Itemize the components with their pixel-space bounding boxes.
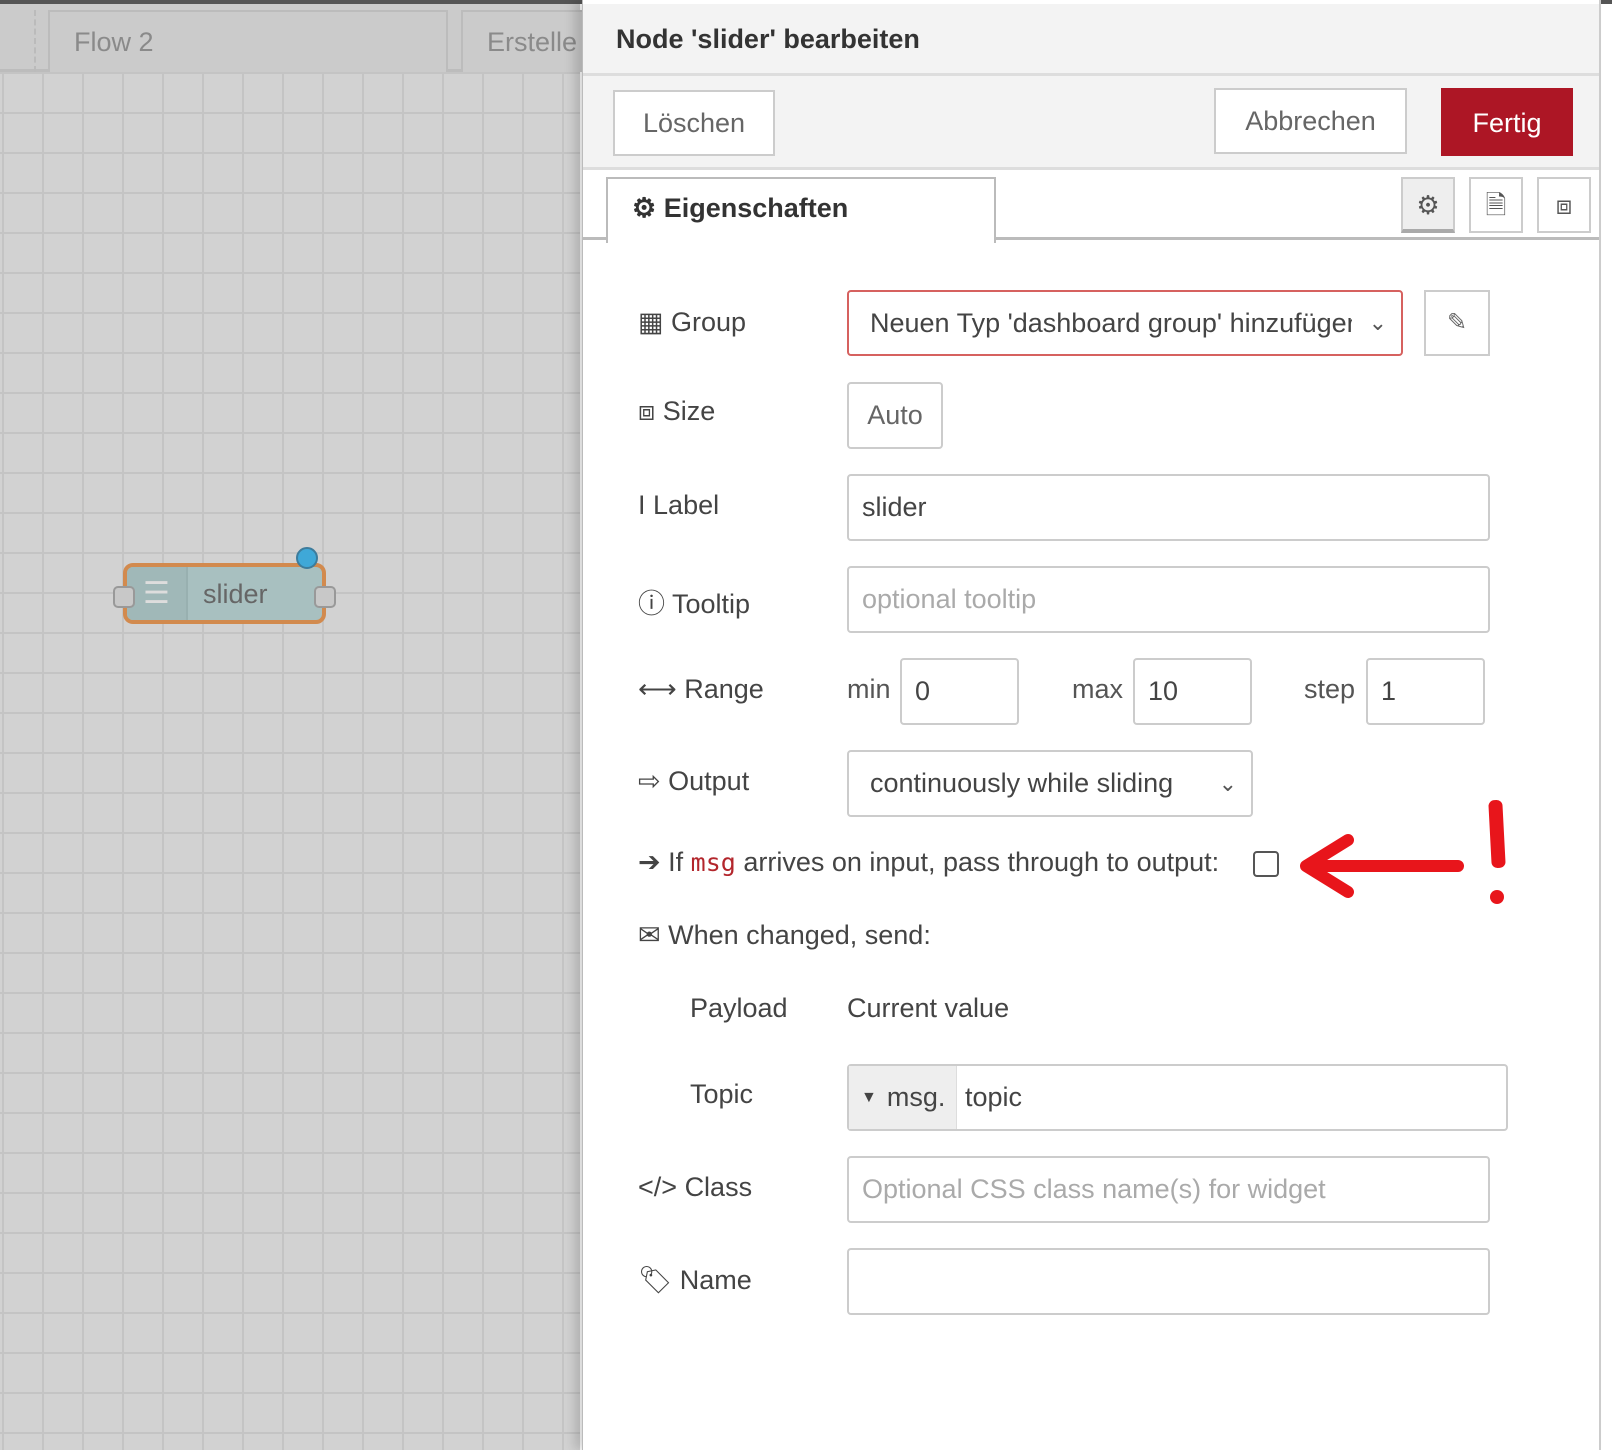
info-icon: ⓘ bbox=[638, 589, 665, 619]
edit-group-button[interactable]: ✎ bbox=[1424, 290, 1490, 356]
chevron-down-icon: ⌄ bbox=[1368, 310, 1387, 335]
tab-properties[interactable]: ⚙ Eigenschaften bbox=[606, 177, 996, 243]
sign-out-icon: ⇨ bbox=[638, 766, 661, 796]
tab-label: Eigenschaften bbox=[663, 193, 849, 223]
tooltip-input[interactable]: optional tooltip bbox=[847, 566, 1490, 633]
pencil-icon: ✎ bbox=[1446, 309, 1468, 336]
canvas-grid bbox=[0, 72, 580, 1450]
input-port[interactable] bbox=[113, 586, 135, 608]
output-label: ⇨ Output bbox=[638, 766, 750, 796]
table-icon: ▦ bbox=[638, 307, 664, 337]
output-select[interactable]: continuously while sliding ⌄ bbox=[847, 750, 1253, 817]
tag-icon: 🏷 bbox=[638, 1265, 673, 1295]
gear-icon[interactable]: ⚙ bbox=[1401, 177, 1455, 233]
gear-icon: ⚙ bbox=[632, 193, 657, 223]
passthrough-label: ➔ If msg arrives on input, pass through … bbox=[638, 847, 1220, 877]
caret-down-icon: ▼ bbox=[861, 1088, 877, 1106]
tab-row: ⚙ Eigenschaften ⚙ 🗎 ⧈ bbox=[583, 173, 1600, 243]
tray-border bbox=[1599, 0, 1601, 1450]
done-button[interactable]: Fertig bbox=[1441, 88, 1573, 156]
code-icon: </> bbox=[638, 1172, 678, 1202]
annotation-arrow bbox=[1300, 834, 1464, 898]
size-button[interactable]: Auto bbox=[847, 382, 943, 449]
min-label: min bbox=[847, 674, 891, 704]
tab-flow-2[interactable]: Flow 2 bbox=[48, 10, 448, 72]
label-label: I Label bbox=[638, 490, 720, 520]
envelope-icon: ✉ bbox=[638, 920, 661, 950]
payload-label: Payload bbox=[690, 993, 788, 1023]
topic-input[interactable]: ▼ msg. topic bbox=[847, 1064, 1508, 1131]
cancel-button[interactable]: Abbrechen bbox=[1214, 88, 1407, 154]
label-input[interactable]: slider bbox=[847, 474, 1490, 541]
max-label: max bbox=[1072, 674, 1124, 704]
exclamation-dot bbox=[1490, 890, 1504, 904]
slider-icon: ☰ bbox=[127, 567, 188, 620]
size-icon: ⧈ bbox=[638, 396, 656, 426]
tooltip-label: ⓘ Tooltip bbox=[638, 589, 751, 619]
flow-tabs: Flow 2 Erstelle bbox=[0, 0, 601, 72]
changed-indicator bbox=[296, 547, 318, 569]
min-input[interactable]: 0 bbox=[900, 658, 1019, 725]
node-label: slider bbox=[203, 579, 268, 609]
dialog-header: Node 'slider' bearbeiten bbox=[583, 4, 1600, 76]
max-input[interactable]: 10 bbox=[1133, 658, 1252, 725]
when-changed-label: ✉ When changed, send: bbox=[638, 920, 931, 950]
dialog-title: Node 'slider' bearbeiten bbox=[616, 24, 920, 54]
step-input[interactable]: 1 bbox=[1366, 658, 1485, 725]
arrow-right-icon: ➔ bbox=[638, 847, 661, 877]
range-label: ⟷ Range bbox=[638, 674, 764, 704]
topic-value: topic bbox=[965, 1082, 1023, 1112]
name-label: 🏷 Name bbox=[638, 1265, 752, 1295]
output-port[interactable] bbox=[314, 586, 336, 608]
group-select[interactable]: Neuen Typ 'dashboard group' hinzufügen..… bbox=[847, 290, 1403, 356]
appearance-icon[interactable]: ⧈ bbox=[1537, 177, 1591, 233]
flow-canvas[interactable]: Flow 2 Erstelle ☰ slider bbox=[0, 0, 601, 1450]
tab-erstelle[interactable]: Erstelle bbox=[461, 10, 601, 72]
group-label: ▦ Group bbox=[638, 307, 747, 337]
topic-type-select[interactable]: ▼ msg. bbox=[849, 1066, 957, 1129]
edit-dialog: Node 'slider' bearbeiten Löschen Abbrech… bbox=[582, 0, 1601, 1450]
text-cursor-icon: I bbox=[638, 490, 646, 520]
delete-button[interactable]: Löschen bbox=[613, 90, 775, 156]
payload-value: Current value bbox=[847, 993, 1010, 1023]
chevron-down-icon: ⌄ bbox=[1218, 770, 1237, 796]
size-label: ⧈ AutoSize bbox=[638, 396, 716, 426]
step-label: step bbox=[1304, 674, 1356, 704]
name-input[interactable] bbox=[847, 1248, 1490, 1315]
topic-label: Topic bbox=[690, 1079, 754, 1109]
passthrough-checkbox[interactable] bbox=[1253, 851, 1279, 877]
class-label: </> Class bbox=[638, 1172, 753, 1202]
description-icon[interactable]: 🗎 bbox=[1469, 177, 1523, 233]
arrows-horizontal-icon: ⟷ bbox=[638, 674, 677, 704]
class-input[interactable]: Optional CSS class name(s) for widget bbox=[847, 1156, 1490, 1223]
dialog-buttons: Löschen Abbrechen Fertig bbox=[583, 76, 1600, 170]
slider-node[interactable]: ☰ slider bbox=[113, 563, 336, 624]
